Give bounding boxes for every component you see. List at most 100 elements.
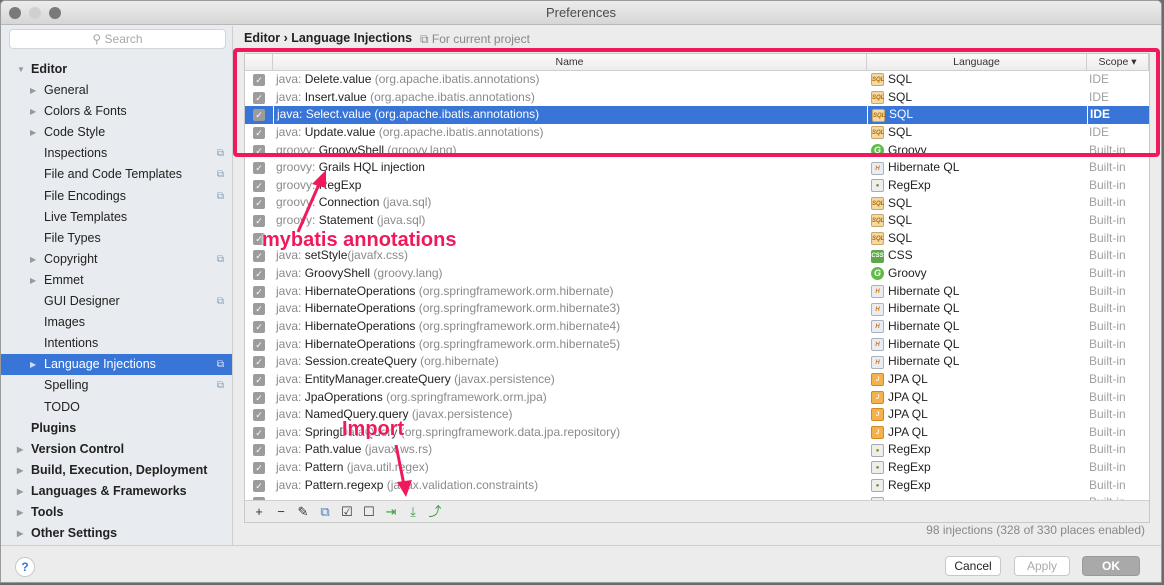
collapse-arrow-icon[interactable]: ▶: [30, 354, 36, 375]
sidebar-item-general[interactable]: ▶ General: [1, 80, 232, 101]
table-row[interactable]: ✓ java: HibernateOperations (org.springfr…: [245, 283, 1149, 301]
table-row[interactable]: ✓ java: Update.value (org.apache.ibatis.a…: [245, 124, 1149, 142]
sidebar-item-file-and-code-templates[interactable]: File and Code Templates ⧉: [1, 164, 232, 185]
sidebar-item-todo[interactable]: TODO: [1, 397, 232, 418]
enabled-checkbox[interactable]: ✓: [253, 303, 265, 316]
zoom-window-button[interactable]: [49, 7, 61, 19]
collapse-arrow-icon[interactable]: ▶: [30, 270, 36, 291]
sidebar-item-emmet[interactable]: ▶ Emmet: [1, 270, 232, 291]
ok-button[interactable]: OK: [1082, 556, 1140, 576]
header-scope[interactable]: Scope ▾: [1087, 54, 1149, 70]
collapse-arrow-icon[interactable]: ▶: [30, 101, 36, 122]
apply-button[interactable]: Apply: [1014, 556, 1070, 576]
expand-arrow-icon[interactable]: ▼: [17, 59, 25, 80]
sidebar-item-intentions[interactable]: Intentions: [1, 333, 232, 354]
enabled-checkbox[interactable]: ✓: [253, 250, 265, 263]
cancel-button[interactable]: Cancel: [945, 556, 1001, 576]
table-row[interactable]: ✓ java: HibernateOperations (org.springfr…: [245, 318, 1149, 336]
close-window-button[interactable]: [9, 7, 21, 19]
table-row[interactable]: ✓ java: HibernateOperations (org.springfr…: [245, 300, 1149, 318]
enabled-checkbox[interactable]: ✓: [253, 409, 265, 422]
sidebar-item-languages-frameworks[interactable]: ▶ Languages & Frameworks: [1, 481, 232, 502]
table-row[interactable]: ✓ java: Select.value (org.apache.ibatis.a…: [245, 106, 1149, 124]
table-row[interactable]: ✓ java: EntityManager.createQuery (javax.…: [245, 371, 1149, 389]
copy-icon[interactable]: ⧉: [317, 504, 333, 520]
collapse-arrow-icon[interactable]: ▶: [17, 523, 23, 544]
sidebar-item-tools[interactable]: ▶ Tools: [1, 502, 232, 523]
enabled-checkbox[interactable]: ✓: [253, 126, 265, 139]
enabled-cell: ✓: [245, 124, 273, 142]
header-name[interactable]: Name: [273, 54, 867, 70]
table-row[interactable]: ✓ java: Pattern.regexp (javax.validation.…: [245, 477, 1149, 495]
enabled-checkbox[interactable]: ✓: [253, 373, 265, 386]
collapse-arrow-icon[interactable]: ▶: [30, 249, 36, 270]
enabled-checkbox[interactable]: ✓: [253, 268, 265, 281]
table-row[interactable]: ✓ java: JpaOperations (org.springframewor…: [245, 389, 1149, 407]
table-row[interactable]: ✓ groovy: Connection (java.sql) SQL SQL Buil…: [245, 194, 1149, 212]
sidebar-item-build-execution-deployment[interactable]: ▶ Build, Execution, Deployment: [1, 460, 232, 481]
sidebar-item-file-encodings[interactable]: File Encodings ⧉: [1, 186, 232, 207]
collapse-arrow-icon[interactable]: ▶: [30, 80, 36, 101]
enabled-checkbox[interactable]: ✓: [253, 179, 265, 192]
collapse-arrow-icon[interactable]: ▶: [17, 460, 23, 481]
search-input[interactable]: ⚲ Search: [9, 29, 226, 49]
sidebar-item-copyright[interactable]: ▶ Copyright ⧉: [1, 249, 232, 270]
add-icon[interactable]: +: [251, 504, 267, 520]
table-row[interactable]: ✓ java: Insert.value (org.apache.ibatis.a…: [245, 89, 1149, 107]
minimize-window-button[interactable]: [29, 7, 41, 19]
enable-all-icon[interactable]: ☑: [339, 504, 355, 520]
table-row[interactable]: ✓ java: GroovyShell (groovy.lang) G Groovy B…: [245, 265, 1149, 283]
collapse-arrow-icon[interactable]: ▶: [17, 481, 23, 502]
enabled-checkbox[interactable]: ✓: [253, 426, 265, 439]
help-button[interactable]: ?: [15, 557, 35, 577]
disable-all-icon[interactable]: ☐: [361, 504, 377, 520]
table-row[interactable]: ✓ java: Session.createQuery (org.hibernat…: [245, 353, 1149, 371]
sidebar-item-language-injections[interactable]: ▶ Language Injections ⧉: [1, 354, 232, 376]
enabled-checkbox[interactable]: ✓: [253, 479, 265, 492]
remove-icon[interactable]: −: [273, 504, 289, 520]
sidebar-item-editor[interactable]: ▼ Editor: [1, 59, 232, 80]
enabled-checkbox[interactable]: ✓: [253, 74, 265, 86]
language-name: CSS: [888, 248, 913, 263]
sidebar-item-colors-fonts[interactable]: ▶ Colors & Fonts: [1, 101, 232, 122]
sidebar-item-inspections[interactable]: Inspections ⧉: [1, 143, 232, 164]
collapse-arrow-icon[interactable]: ▶: [30, 122, 36, 143]
table-row[interactable]: ✓ java: Delete.value (org.apache.ibatis.a…: [245, 71, 1149, 89]
enabled-checkbox[interactable]: ✓: [253, 320, 265, 333]
enabled-checkbox[interactable]: ✓: [253, 285, 265, 298]
enabled-checkbox[interactable]: ✓: [253, 144, 265, 157]
table-row[interactable]: ✓ groovy: RegExp ● RegExp Built-in: [245, 177, 1149, 195]
enabled-checkbox[interactable]: ✓: [253, 197, 265, 210]
header-language[interactable]: Language: [867, 54, 1087, 70]
import-file-icon[interactable]: ⇥: [383, 504, 399, 520]
enabled-checkbox[interactable]: ✓: [253, 338, 265, 351]
enabled-checkbox[interactable]: ✓: [253, 462, 265, 475]
enabled-checkbox[interactable]: ✓: [253, 215, 265, 228]
sidebar-item-gui-designer[interactable]: GUI Designer ⧉: [1, 291, 232, 312]
enabled-checkbox[interactable]: ✓: [253, 109, 265, 122]
sidebar-item-file-types[interactable]: File Types: [1, 228, 232, 249]
enabled-checkbox[interactable]: ✓: [253, 91, 265, 104]
enabled-checkbox[interactable]: ✓: [253, 162, 265, 175]
sidebar-item-spelling[interactable]: Spelling ⧉: [1, 375, 232, 396]
sidebar-item-live-templates[interactable]: Live Templates: [1, 207, 232, 228]
table-row[interactable]: ✓ groovy: GroovyShell (groovy.lang) G Groov…: [245, 142, 1149, 160]
sidebar-item-images[interactable]: Images: [1, 312, 232, 333]
sidebar-item-plugins[interactable]: Plugins: [1, 418, 232, 439]
table-row[interactable]: ✓ groovy: Statement (java.sql) SQL SQL Built…: [245, 212, 1149, 230]
import-icon[interactable]: ⤓: [405, 504, 421, 520]
sidebar-item-version-control[interactable]: ▶ Version Control: [1, 439, 232, 460]
collapse-arrow-icon[interactable]: ▶: [17, 502, 23, 523]
edit-icon[interactable]: ✎: [295, 504, 311, 520]
enabled-checkbox[interactable]: ✓: [253, 444, 265, 457]
table-row[interactable]: ✓ java: Path.value (javax.ws.rs) ● RegExp Bu…: [245, 441, 1149, 459]
table-row[interactable]: ✓ java: Pattern (java.util.regex) ● RegExp B…: [245, 459, 1149, 477]
collapse-arrow-icon[interactable]: ▶: [17, 439, 23, 460]
sidebar-item-code-style[interactable]: ▶ Code Style: [1, 122, 232, 143]
enabled-checkbox[interactable]: ✓: [253, 391, 265, 404]
export-icon[interactable]: ⤴: [427, 504, 443, 520]
sidebar-item-other-settings[interactable]: ▶ Other Settings: [1, 523, 232, 544]
enabled-checkbox[interactable]: ✓: [253, 356, 265, 369]
table-row[interactable]: ✓ java: HibernateOperations (org.springfr…: [245, 336, 1149, 354]
table-row[interactable]: ✓ groovy: Grails HQL injection H Hibernate …: [245, 159, 1149, 177]
